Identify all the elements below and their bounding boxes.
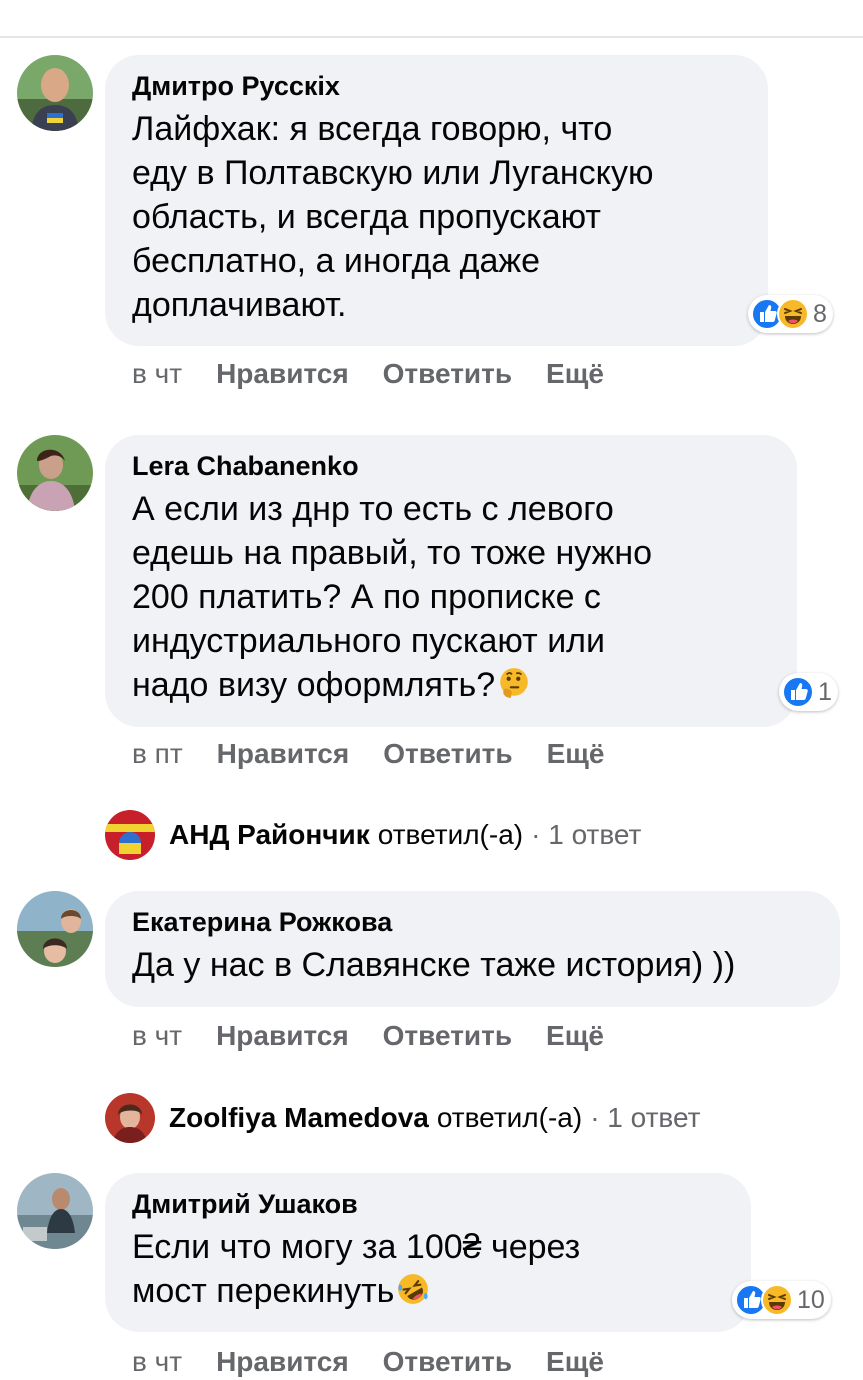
comment-text-line: надо визу оформлять? xyxy=(132,663,771,707)
like-button[interactable]: Нравится xyxy=(216,1020,349,1052)
reply-count[interactable]: · 1 ответ xyxy=(531,819,641,851)
comment-text-line: Да у нас в Славянске таже история) )) xyxy=(132,946,736,984)
reaction-count: 10 xyxy=(797,1285,825,1314)
reply-button[interactable]: Ответить xyxy=(383,738,512,770)
more-button[interactable]: Ещё xyxy=(546,1346,604,1378)
comment-text: Если что могу за 100₴ через мост перекин… xyxy=(132,1225,725,1313)
reply-button[interactable]: Ответить xyxy=(383,1346,512,1378)
avatar[interactable] xyxy=(17,435,93,511)
like-button[interactable]: Нравится xyxy=(217,738,350,770)
comment-text: А если из днр то есть с левого едешь на … xyxy=(132,487,771,707)
reaction-count: 8 xyxy=(813,299,827,328)
reactions-badge[interactable]: 8 xyxy=(748,295,833,333)
reply-verb: ответил(-а) xyxy=(436,1102,583,1133)
comment-text-fragment: надо визу оформлять? xyxy=(132,666,496,704)
replies-link[interactable]: Zoolfiya Mamedova ответил(-а) · 1 ответ xyxy=(105,1093,700,1143)
comment-text-line: доплачивают. xyxy=(132,286,347,324)
comment-actions: в чт Нравится Ответить Ещё xyxy=(132,1020,638,1052)
avatar[interactable] xyxy=(17,55,93,131)
comment-text-line: еду в Полтавскую или Луганскую xyxy=(132,154,654,192)
replies-link[interactable]: АНД Райончик ответил(-а) · 1 ответ xyxy=(105,810,641,860)
comment-text-line: область, и всегда пропускают xyxy=(132,198,601,236)
comment-text: Лайфхак: я всегда говорю, что еду в Полт… xyxy=(132,107,742,327)
comment-author[interactable]: Екатерина Рожкова xyxy=(132,905,814,939)
reply-avatar xyxy=(105,1093,155,1143)
comment-text-line: индустриального пускают или xyxy=(132,622,606,660)
like-button[interactable]: Нравится xyxy=(216,358,349,390)
reply-avatar xyxy=(105,810,155,860)
reactions-badge[interactable]: 1 xyxy=(779,673,838,711)
reply-author[interactable]: АНД Райончик xyxy=(169,819,370,851)
reply-author[interactable]: Zoolfiya Mamedova xyxy=(169,1102,429,1134)
thinking-face-emoji xyxy=(497,666,531,700)
reply-button[interactable]: Ответить xyxy=(383,1020,512,1052)
comment-actions: в чт Нравится Ответить Ещё xyxy=(132,1346,638,1378)
like-icon xyxy=(782,676,814,708)
comment-author[interactable]: Дмитро Русскіх xyxy=(132,69,742,103)
comment-bubble: Дмитрий Ушаков Если что могу за 100₴ чер… xyxy=(105,1173,751,1332)
reactions-badge[interactable]: 10 xyxy=(732,1281,831,1319)
comment-text-line: мост перекинуть xyxy=(132,1269,725,1313)
comment-text-line: А если из днр то есть с левого xyxy=(132,490,614,528)
comment-text-fragment: мост перекинуть xyxy=(132,1272,395,1310)
reply-verb: ответил(-а) xyxy=(377,819,524,850)
rolling-laughing-emoji xyxy=(396,1272,430,1306)
like-button[interactable]: Нравится xyxy=(216,1346,349,1378)
comment-actions: в пт Нравится Ответить Ещё xyxy=(132,738,638,770)
comment-text-line: 200 платить? А по прописке с xyxy=(132,578,601,616)
comment-text-line: бесплатно, а иногда даже xyxy=(132,242,541,280)
more-button[interactable]: Ещё xyxy=(546,1020,604,1052)
comment-text-line: едешь на правый, то тоже нужно xyxy=(132,534,653,572)
comment-timestamp[interactable]: в чт xyxy=(132,1020,182,1052)
avatar[interactable] xyxy=(17,1173,93,1249)
reaction-count: 1 xyxy=(818,677,832,706)
more-button[interactable]: Ещё xyxy=(547,738,605,770)
comment-author[interactable]: Дмитрий Ушаков xyxy=(132,1187,725,1221)
comment-bubble: Дмитро Русскіх Лайфхак: я всегда говорю,… xyxy=(105,55,768,346)
more-button[interactable]: Ещё xyxy=(546,358,604,390)
comment-timestamp[interactable]: в чт xyxy=(132,358,182,390)
comment-bubble: Lera Chabanenko А если из днр то есть с … xyxy=(105,435,797,727)
haha-icon xyxy=(777,298,809,330)
comment-text-line: Лайфхак: я всегда говорю, что xyxy=(132,110,613,148)
haha-icon xyxy=(761,1284,793,1316)
reply-button[interactable]: Ответить xyxy=(383,358,512,390)
reply-count[interactable]: · 1 ответ xyxy=(590,1102,700,1134)
comment-timestamp[interactable]: в пт xyxy=(132,738,183,770)
comment-text-line: Если что могу за 100₴ через xyxy=(132,1228,581,1266)
comment-actions: в чт Нравится Ответить Ещё xyxy=(132,358,638,390)
top-divider xyxy=(0,36,863,38)
comment-author[interactable]: Lera Chabanenko xyxy=(132,449,771,483)
comment-text: Да у нас в Славянске таже история) )) xyxy=(132,943,814,987)
comment-timestamp[interactable]: в чт xyxy=(132,1346,182,1378)
avatar[interactable] xyxy=(17,891,93,967)
comment-bubble: Екатерина Рожкова Да у нас в Славянске т… xyxy=(105,891,840,1007)
